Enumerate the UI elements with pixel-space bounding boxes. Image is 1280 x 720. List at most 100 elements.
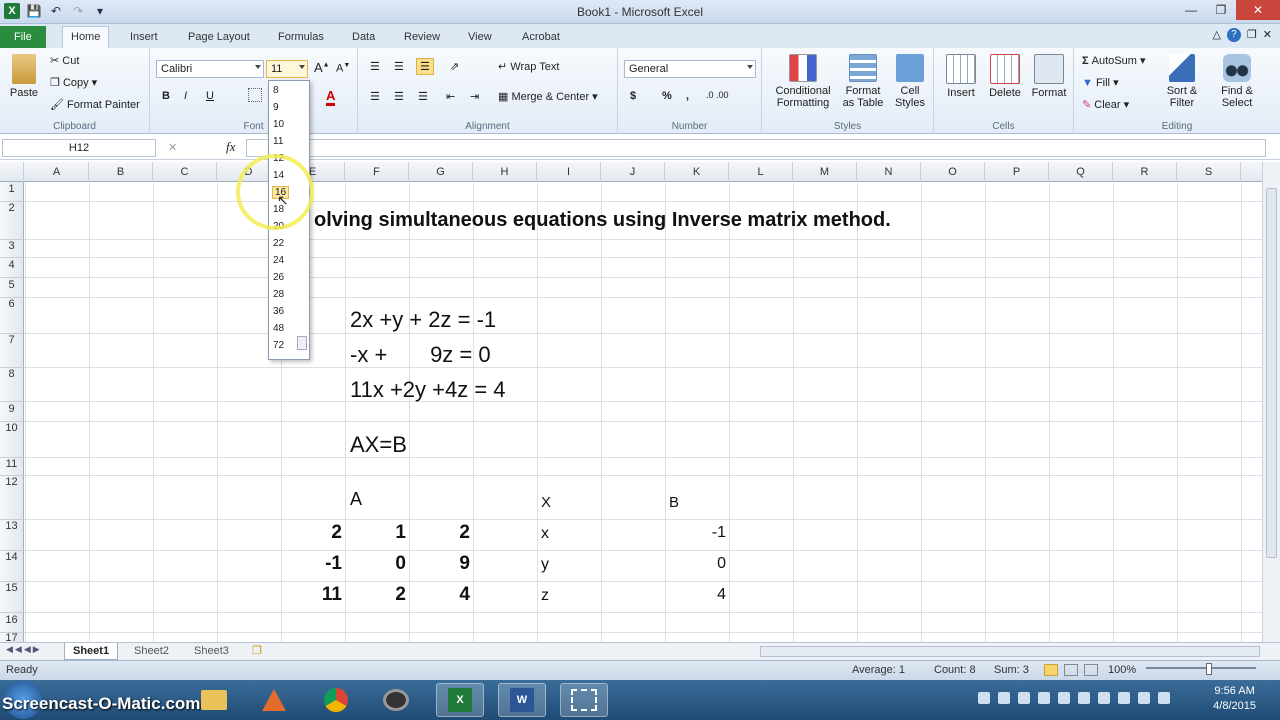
formula-input[interactable] (246, 139, 1266, 157)
tab-review[interactable]: Review (396, 28, 448, 48)
tray-icon-5[interactable] (1058, 692, 1070, 704)
restore-workbook-icon[interactable]: ❐ (1247, 28, 1257, 42)
increase-indent-icon[interactable]: ⇥ (470, 90, 479, 103)
screen-capture-icon[interactable] (560, 683, 608, 717)
format-cells-button[interactable]: Format (1028, 54, 1070, 99)
italic-button[interactable]: I (184, 90, 187, 102)
camera-icon[interactable] (372, 683, 420, 717)
column-header-q[interactable]: Q (1049, 162, 1113, 182)
tray-icon-7[interactable] (1098, 692, 1110, 704)
copy-button[interactable]: ❐ Copy ▾ (50, 76, 97, 89)
matrix-a-cell[interactable]: 1 (346, 522, 406, 544)
help-icon[interactable]: ? (1226, 28, 1241, 42)
scroll-thumb[interactable] (1266, 188, 1277, 558)
sheet-tab-1[interactable]: Sheet1 (64, 643, 119, 660)
clear-button[interactable]: ✎ Clear ▾ (1082, 98, 1129, 111)
horizontal-scrollbar[interactable] (760, 646, 1260, 657)
bluetooth-icon[interactable] (1018, 692, 1030, 704)
zoom-slider-thumb[interactable] (1206, 663, 1212, 675)
borders-icon[interactable] (248, 88, 262, 102)
zoom-level[interactable]: 100% (1108, 664, 1136, 676)
column-header-k[interactable]: K (665, 162, 729, 182)
restore-icon[interactable]: ❐ (1206, 0, 1236, 20)
font-size-option[interactable]: 36 (273, 306, 284, 317)
zoom-slider[interactable] (1146, 667, 1256, 669)
vector-b-cell[interactable]: -1 (666, 524, 726, 542)
shrink-font-button[interactable]: A▼ (336, 62, 350, 75)
conditional-formatting-button[interactable]: Conditional Formatting (766, 54, 840, 109)
tray-icon-6[interactable] (1078, 692, 1090, 704)
matrix-a-cell[interactable]: -1 (282, 553, 342, 575)
sort-filter-button[interactable]: Sort & Filter (1158, 54, 1206, 109)
cut-button[interactable]: ✂ Cut (50, 54, 79, 67)
column-header-m[interactable]: M (793, 162, 857, 182)
insert-function-button[interactable]: fx (226, 139, 235, 155)
row-header-8[interactable]: 8 (0, 368, 24, 402)
close-workbook-icon[interactable]: ✕ (1263, 28, 1272, 42)
normal-view-icon[interactable] (1044, 664, 1058, 676)
sheet-nav-arrows-icon[interactable]: ◀◀◀▶ (6, 644, 42, 655)
row-header-2[interactable]: 2 (0, 202, 24, 240)
matrix-a-cell[interactable]: 4 (410, 584, 470, 606)
underline-button[interactable]: U (206, 90, 214, 102)
cell-styles-button[interactable]: Cell Styles (888, 54, 932, 109)
column-header-n[interactable]: N (857, 162, 921, 182)
tab-insert[interactable]: Insert (122, 28, 166, 48)
vector-x-cell[interactable]: z (541, 587, 549, 605)
vector-x-cell[interactable]: x (541, 525, 549, 543)
font-size-option[interactable]: 8 (273, 85, 279, 96)
column-header-l[interactable]: L (729, 162, 793, 182)
insert-cells-button[interactable]: Insert (940, 54, 982, 99)
font-size-box[interactable]: 11 (266, 60, 308, 78)
vector-x-cell[interactable]: y (541, 556, 549, 574)
minimize-ribbon-icon[interactable]: △ (1212, 28, 1220, 42)
column-header-s[interactable]: S (1177, 162, 1241, 182)
font-size-option[interactable]: 10 (273, 119, 284, 130)
percent-button[interactable]: % (662, 90, 672, 102)
vertical-scrollbar[interactable] (1262, 162, 1280, 642)
align-bottom-icon[interactable]: ☰ (416, 58, 434, 75)
tray-icon-2[interactable] (998, 692, 1010, 704)
column-header-g[interactable]: G (409, 162, 473, 182)
format-as-table-button[interactable]: Format as Table (840, 54, 886, 109)
autosum-button[interactable]: Σ AutoSum ▾ (1082, 54, 1146, 67)
tab-view[interactable]: View (460, 28, 500, 48)
column-header-h[interactable]: H (473, 162, 537, 182)
tab-home[interactable]: Home (62, 26, 110, 48)
column-header-c[interactable]: C (153, 162, 217, 182)
matrix-a-cell[interactable]: 9 (410, 553, 470, 575)
comma-button[interactable]: , (686, 90, 689, 102)
column-header-o[interactable]: O (921, 162, 985, 182)
font-size-option[interactable]: 72 (273, 340, 284, 351)
decrease-indent-icon[interactable]: ⇤ (446, 90, 455, 103)
volume-icon[interactable] (1158, 692, 1170, 704)
page-layout-view-icon[interactable] (1064, 664, 1078, 676)
increase-decimal-icon[interactable]: .0 .00 (706, 90, 729, 100)
explorer-icon[interactable] (190, 683, 238, 717)
font-size-option[interactable]: 22 (273, 238, 284, 249)
column-header-r[interactable]: R (1113, 162, 1177, 182)
font-size-option[interactable]: 11 (273, 136, 283, 147)
align-center-icon[interactable]: ☰ (394, 90, 404, 103)
currency-button[interactable]: $ (630, 90, 636, 102)
grow-font-button[interactable]: A▲ (314, 60, 330, 75)
matrix-a-cell[interactable]: 11 (282, 584, 342, 606)
font-size-option[interactable]: 26 (273, 272, 284, 283)
name-box[interactable]: H12 (2, 139, 156, 157)
font-size-option[interactable]: 48 (273, 323, 284, 334)
delete-cells-button[interactable]: Delete (984, 54, 1026, 99)
align-middle-icon[interactable]: ☰ (394, 60, 404, 73)
dropdown-scroll-down-icon[interactable] (297, 336, 307, 350)
format-painter-button[interactable]: 🖌 Format Painter (50, 98, 140, 111)
column-header-b[interactable]: B (89, 162, 153, 182)
align-top-icon[interactable]: ☰ (370, 60, 380, 73)
orientation-icon[interactable]: ⇗ (450, 60, 459, 73)
column-header-f[interactable]: F (345, 162, 409, 182)
close-icon[interactable]: ✕ (1236, 0, 1280, 20)
align-right-icon[interactable]: ☰ (418, 90, 428, 103)
column-header-a[interactable]: A (25, 162, 89, 182)
network-icon[interactable] (1138, 692, 1150, 704)
align-left-icon[interactable]: ☰ (370, 90, 380, 103)
tab-file[interactable]: File (0, 26, 46, 48)
cell-grid[interactable] (24, 182, 1262, 642)
